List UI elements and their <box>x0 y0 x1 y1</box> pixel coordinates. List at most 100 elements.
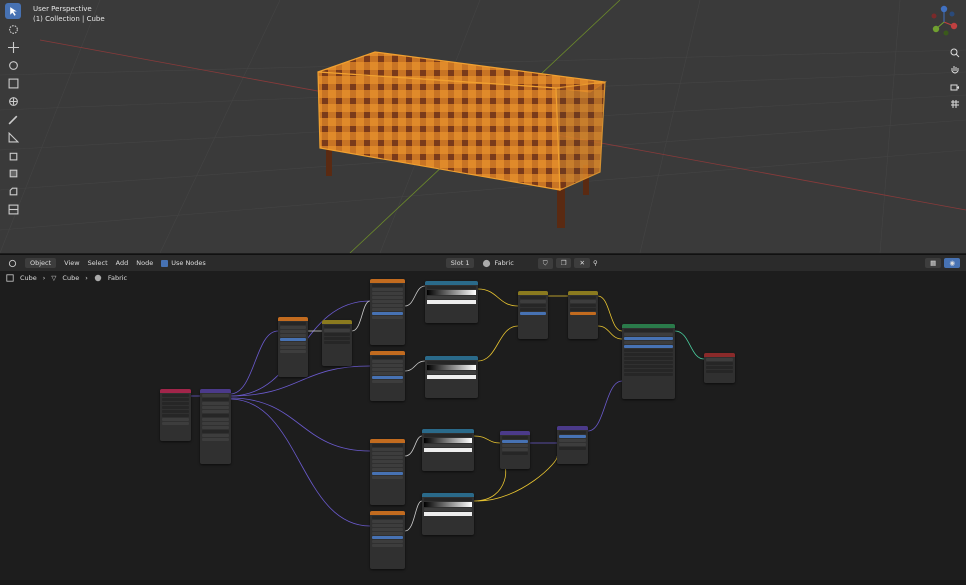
node-row <box>372 516 403 519</box>
color-swatch[interactable] <box>424 512 472 516</box>
transform-tool[interactable] <box>5 93 21 109</box>
color-swatch[interactable] <box>427 375 476 379</box>
pan-button[interactable] <box>948 63 962 77</box>
node-row <box>520 304 546 307</box>
editor-type-menu[interactable] <box>8 259 17 268</box>
color-ramp-node-1[interactable] <box>425 281 478 323</box>
camera-view-button[interactable] <box>948 80 962 94</box>
gradient-bar[interactable] <box>424 438 472 443</box>
wave-texture-node-4[interactable] <box>370 439 405 505</box>
cursor-tool[interactable] <box>5 21 21 37</box>
wave-texture-node-5[interactable] <box>370 511 405 569</box>
rotate-icon <box>8 60 18 70</box>
node-row <box>372 448 403 451</box>
use-nodes-checkbox[interactable] <box>161 259 169 267</box>
pin-icon[interactable]: ⚲ <box>593 259 598 267</box>
color-ramp-node-4[interactable] <box>422 493 474 535</box>
extrude-tool[interactable] <box>5 165 21 181</box>
breadcrumb-mesh[interactable]: Cube <box>62 274 79 282</box>
node-row <box>202 406 229 409</box>
select-box-tool[interactable] <box>5 3 21 19</box>
slot-dropdown[interactable]: Slot 1 <box>445 258 475 268</box>
zoom-button[interactable] <box>948 46 962 60</box>
node-row <box>502 444 528 447</box>
pin-toggle-icon[interactable] <box>6 274 14 282</box>
snap-button[interactable]: ◉ <box>944 258 960 268</box>
principled-bsdf-node[interactable] <box>622 324 675 399</box>
node-header-bar <box>422 429 474 433</box>
add-cube-tool[interactable] <box>5 147 21 163</box>
object-mode-dropdown[interactable]: Object <box>25 258 57 268</box>
node-row <box>520 312 546 315</box>
node-editor-canvas[interactable] <box>0 271 966 582</box>
perspective-toggle-button[interactable] <box>948 97 962 111</box>
loop-cut-tool[interactable] <box>5 201 21 217</box>
move-icon <box>7 41 19 53</box>
material-output-node[interactable] <box>704 353 735 383</box>
menu-add[interactable]: Add <box>116 259 129 267</box>
scale-tool[interactable] <box>5 75 21 91</box>
bump-node-1[interactable] <box>500 431 530 469</box>
node-row <box>372 528 403 531</box>
breadcrumb-object[interactable]: Cube <box>20 274 37 282</box>
magnifier-icon <box>950 48 960 58</box>
color-ramp-node-3[interactable] <box>422 429 474 471</box>
wave-texture-node-3[interactable] <box>370 351 405 401</box>
navigation-gizmo[interactable] <box>926 4 962 40</box>
annotate-tool[interactable] <box>5 111 21 127</box>
texture-coordinate-node[interactable] <box>160 389 191 441</box>
node-header-bar <box>622 324 675 328</box>
node-row <box>372 372 403 375</box>
node-row <box>559 435 586 438</box>
gradient-bar[interactable] <box>424 502 472 507</box>
menu-view[interactable]: View <box>64 259 79 267</box>
gradient-bar[interactable] <box>427 365 476 370</box>
node-row <box>280 342 306 345</box>
unlink-material-button[interactable]: ✕ <box>574 258 590 268</box>
node-row <box>502 448 528 451</box>
node-row <box>162 406 189 409</box>
cursor-arrow-icon <box>9 6 17 16</box>
rotate-tool[interactable] <box>5 57 21 73</box>
use-nodes-label: Use Nodes <box>171 259 206 267</box>
node-row <box>372 312 403 315</box>
menu-select[interactable]: Select <box>88 259 108 267</box>
mapping-node[interactable] <box>200 389 231 464</box>
node-header-bar <box>518 291 548 295</box>
wave-texture-node-1[interactable] <box>278 317 308 377</box>
node-row <box>202 422 229 425</box>
node-row <box>324 329 350 332</box>
3d-viewport[interactable]: User Perspective (1) Collection | Cube <box>0 0 966 253</box>
breadcrumb-material[interactable]: Fabric <box>108 274 127 282</box>
color-swatch[interactable] <box>427 300 476 304</box>
gradient-bar[interactable] <box>427 290 476 295</box>
mix-node-1[interactable] <box>322 320 352 366</box>
menu-node[interactable]: Node <box>136 259 153 267</box>
mix-node-2[interactable] <box>568 291 598 339</box>
node-row <box>372 536 403 539</box>
node-row <box>162 394 189 397</box>
node-row <box>624 333 673 336</box>
wave-texture-node-2[interactable] <box>370 279 405 345</box>
overlay-button[interactable]: ▦ <box>925 258 942 268</box>
color-swatch[interactable] <box>424 448 472 452</box>
node-row <box>559 447 586 450</box>
node-row <box>324 341 350 344</box>
use-nodes-toggle[interactable]: Use Nodes <box>161 259 206 267</box>
material-sphere-icon <box>483 259 491 267</box>
extrude-icon <box>9 169 17 177</box>
measure-tool[interactable] <box>5 129 21 145</box>
mix-rgb-node[interactable] <box>518 291 548 339</box>
node-row <box>706 362 733 365</box>
bump-node-2[interactable] <box>557 426 588 464</box>
shield-button[interactable]: ⛉ <box>537 257 553 269</box>
node-header-bar <box>557 426 588 430</box>
color-ramp-node-2[interactable] <box>425 356 478 398</box>
viewport-title: User Perspective (1) Collection | Cube <box>33 4 105 24</box>
bevel-tool[interactable] <box>5 183 21 199</box>
move-tool[interactable] <box>5 39 21 55</box>
node-header-bar <box>278 317 308 321</box>
duplicate-material-button[interactable]: ❐ <box>555 258 572 268</box>
material-selector[interactable]: Fabric <box>482 259 514 268</box>
bevel-icon <box>9 187 17 195</box>
